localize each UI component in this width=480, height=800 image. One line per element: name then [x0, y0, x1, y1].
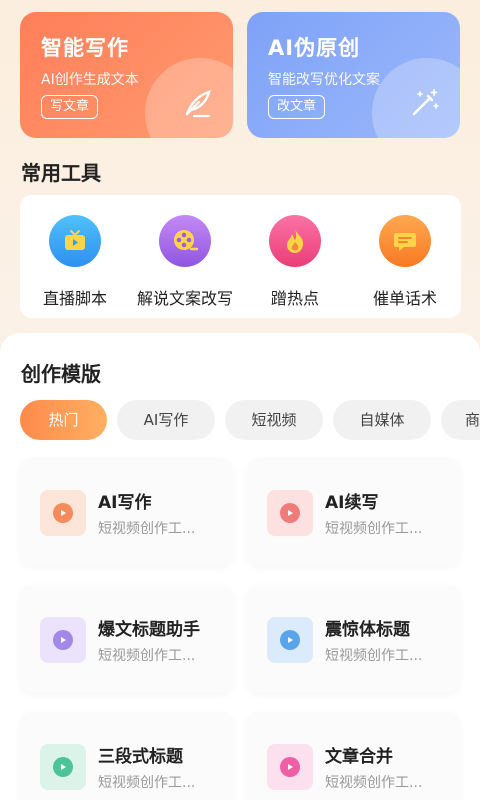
- ai-rewrite-card[interactable]: AI伪原创 智能改写优化文案 改文章: [247, 12, 460, 138]
- play-icon: [280, 503, 300, 523]
- template-title: 爆文标题助手: [98, 620, 200, 640]
- template-title: AI写作: [98, 493, 152, 513]
- smart-writing-subtitle: AI创作生成文本: [41, 72, 139, 88]
- template-subtitle: 短视频创作工...: [325, 521, 423, 537]
- template-card-three-part-headline[interactable]: 三段式标题 短视频创作工...: [20, 712, 233, 800]
- template-card-shock-headline[interactable]: 震惊体标题 短视频创作工...: [247, 585, 460, 693]
- tab-self-media[interactable]: 自媒体: [333, 400, 431, 440]
- tab-ai-writing[interactable]: AI写作: [117, 400, 215, 440]
- message-icon: [379, 215, 431, 267]
- play-icon: [53, 757, 73, 777]
- tab-commerce[interactable]: 商: [441, 400, 480, 440]
- tool-live-script[interactable]: 直播脚本: [20, 215, 130, 309]
- film-reel-icon: [159, 215, 211, 267]
- template-subtitle: 短视频创作工...: [98, 521, 196, 537]
- tv-icon: [49, 215, 101, 267]
- tool-commentary-rewrite-label: 解说文案改写: [136, 289, 233, 308]
- tool-trending[interactable]: 蹭热点: [240, 215, 350, 309]
- template-icon-bg: [40, 744, 86, 790]
- ai-rewrite-title: AI伪原创: [268, 36, 361, 60]
- magic-wand-icon: [412, 89, 439, 116]
- tab-short-video[interactable]: 短视频: [225, 400, 323, 440]
- tool-order-script[interactable]: 催单话术: [350, 215, 460, 309]
- template-subtitle: 短视频创作工...: [98, 648, 196, 664]
- tool-commentary-rewrite[interactable]: 解说文案改写: [130, 215, 240, 309]
- template-icon-bg: [267, 617, 313, 663]
- tool-live-script-label: 直播脚本: [42, 289, 107, 308]
- template-tabs: 热门 AI写作 短视频 自媒体 商: [20, 400, 480, 442]
- feather-icon: [185, 90, 211, 118]
- template-subtitle: 短视频创作工...: [98, 775, 196, 791]
- template-title: 震惊体标题: [325, 620, 410, 640]
- common-tools-title: 常用工具: [21, 161, 101, 185]
- play-icon: [280, 630, 300, 650]
- templates-title: 创作模版: [21, 362, 101, 386]
- template-icon-bg: [40, 617, 86, 663]
- common-tools-panel: 直播脚本 解说文案改写 蹭热点 催单话术: [20, 195, 461, 318]
- smart-writing-card[interactable]: 智能写作 AI创作生成文本 写文章: [20, 12, 233, 138]
- template-icon-bg: [267, 490, 313, 536]
- tab-hot[interactable]: 热门: [20, 400, 107, 440]
- play-icon: [53, 503, 73, 523]
- play-icon: [280, 757, 300, 777]
- ai-rewrite-subtitle: 智能改写优化文案: [268, 72, 380, 88]
- template-title: 文章合并: [325, 747, 393, 767]
- template-title: 三段式标题: [98, 747, 183, 767]
- smart-writing-title: 智能写作: [41, 36, 129, 60]
- flame-icon: [269, 215, 321, 267]
- template-card-ai-continue[interactable]: AI续写 短视频创作工...: [247, 458, 460, 566]
- write-article-button[interactable]: 写文章: [41, 95, 99, 119]
- template-icon-bg: [40, 490, 86, 536]
- tool-trending-label: 蹭热点: [270, 289, 319, 308]
- template-icon-bg: [267, 744, 313, 790]
- tool-order-script-label: 催单话术: [372, 289, 437, 308]
- play-icon: [53, 630, 73, 650]
- template-card-ai-writing[interactable]: AI写作 短视频创作工...: [20, 458, 233, 566]
- template-title: AI续写: [325, 493, 379, 513]
- template-subtitle: 短视频创作工...: [325, 775, 423, 791]
- rewrite-article-button[interactable]: 改文章: [268, 95, 326, 119]
- template-subtitle: 短视频创作工...: [325, 648, 423, 664]
- template-card-headline-helper[interactable]: 爆文标题助手 短视频创作工...: [20, 585, 233, 693]
- template-card-article-merge[interactable]: 文章合并 短视频创作工...: [247, 712, 460, 800]
